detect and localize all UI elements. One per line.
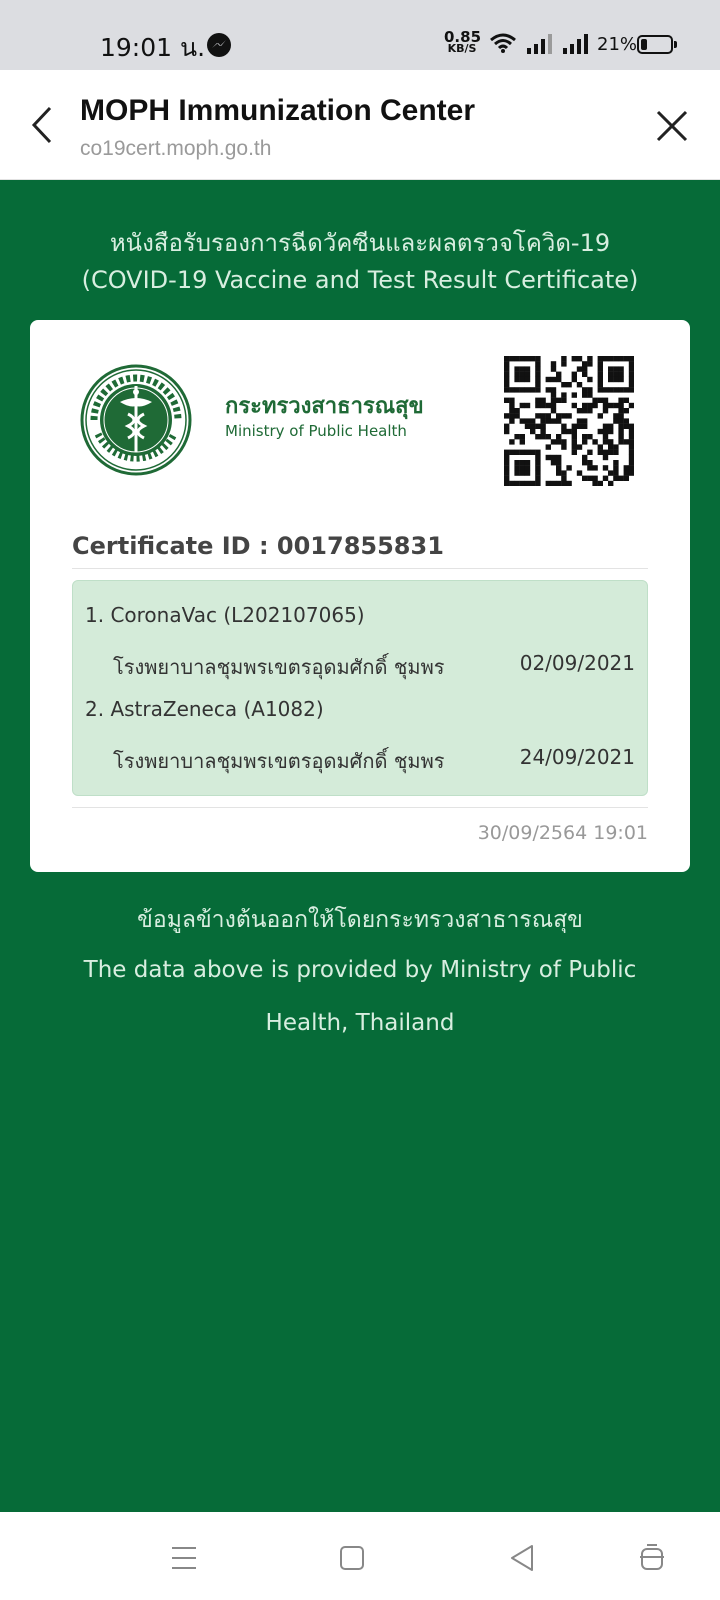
- back-nav-button[interactable]: [504, 1540, 540, 1576]
- footer-note-en: The data above is provided by Ministry o…: [83, 957, 637, 1036]
- page-url: co19cert.moph.go.th: [80, 137, 272, 160]
- browser-header: MOPH Immunization Center co19cert.moph.g…: [0, 70, 720, 180]
- network-speed-unit: KB/S: [447, 42, 477, 55]
- menu-icon: [172, 1547, 196, 1569]
- vaccine-name: 1. CoronaVac (L202107065): [85, 603, 365, 627]
- ministry-seal-logo: [80, 364, 192, 476]
- certificate-heading-en: (COVID-19 Vaccine and Test Result Certif…: [81, 266, 639, 294]
- certificate-card: กระทรวงสาธารณสุข Ministry of Public Heal…: [30, 320, 690, 872]
- qr-code: [504, 356, 634, 486]
- close-icon: [656, 110, 688, 142]
- assistant-nav-button[interactable]: [634, 1540, 670, 1576]
- vaccine-name: 2. AstraZeneca (A1082): [85, 697, 324, 721]
- ministry-name-en: Ministry of Public Health: [225, 422, 407, 440]
- battery-icon: [637, 35, 677, 54]
- status-time: 19:01 น.: [100, 33, 206, 62]
- certificate-heading-th: หนังสือรับรองการฉีดวัคซีนและผลตรวจโควิด-…: [109, 229, 611, 257]
- divider: [72, 807, 648, 808]
- vaccine-place: โรงพยาบาลชุมพรเขตรอุดมศักดิ์ ชุมพร: [113, 655, 445, 679]
- page-title: MOPH Immunization Center: [80, 94, 476, 127]
- system-nav-bar: [0, 1512, 720, 1600]
- chevron-left-icon: [31, 106, 52, 144]
- vaccine-date: 24/09/2021: [519, 745, 635, 769]
- back-triangle-icon: [511, 1545, 533, 1571]
- status-bar: 19:01 น. 0.85 KB/S 21%: [0, 0, 720, 70]
- certificate-id: Certificate ID : 0017855831: [72, 532, 444, 560]
- close-button[interactable]: [650, 104, 694, 148]
- assistant-icon: [640, 1544, 664, 1570]
- vaccine-list: 1. CoronaVac (L202107065) โรงพยาบาลชุมพร…: [72, 580, 648, 796]
- messenger-icon: [207, 33, 231, 57]
- home-square-icon: [340, 1546, 364, 1570]
- home-nav-button[interactable]: [334, 1540, 370, 1576]
- network-speed: 0.85 KB/S: [444, 30, 481, 55]
- footer-note-th: ข้อมูลข้างต้นออกให้โดยกระทรวงสาธารณสุข: [137, 907, 583, 933]
- ministry-name-th: กระทรวงสาธารณสุข: [225, 394, 424, 419]
- wifi-icon: [489, 32, 517, 58]
- issued-timestamp: 30/09/2564 19:01: [477, 822, 648, 844]
- menu-nav-button[interactable]: [166, 1540, 202, 1576]
- vaccine-date: 02/09/2021: [519, 651, 635, 675]
- battery-percentage: 21%: [597, 34, 638, 55]
- signal-strength-icon: [527, 34, 553, 58]
- signal-strength-icon: [563, 34, 589, 58]
- vaccine-place: โรงพยาบาลชุมพรเขตรอุดมศักดิ์ ชุมพร: [113, 749, 445, 773]
- back-button[interactable]: [22, 102, 62, 148]
- divider: [72, 568, 648, 569]
